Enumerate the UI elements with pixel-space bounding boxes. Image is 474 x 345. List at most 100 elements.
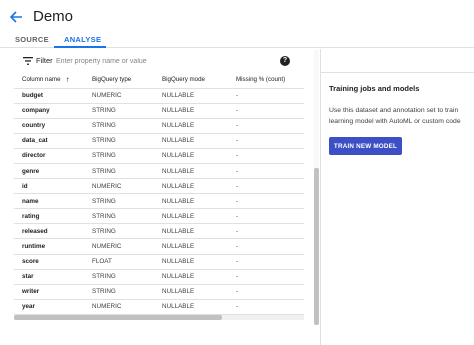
cell-missing: -: [228, 223, 304, 240]
training-description-line: Use this dataset and annotation set to t…: [329, 107, 459, 114]
cell-column-name: released: [14, 223, 84, 240]
cell-missing: -: [228, 103, 304, 119]
column-header-label: Column name: [22, 76, 61, 84]
table-row[interactable]: rating STRING NULLABLE -: [14, 208, 304, 225]
cell-bigquery-type: STRING: [84, 223, 154, 240]
filter-icon: [23, 57, 33, 65]
cell-column-name: writer: [14, 284, 84, 300]
horizontal-scrollbar-thumb[interactable]: [14, 315, 222, 320]
cell-bigquery-mode: NULLABLE: [154, 193, 228, 210]
cell-bigquery-mode: NULLABLE: [154, 223, 228, 240]
cell-bigquery-mode: NULLABLE: [154, 208, 228, 225]
table-row[interactable]: genre STRING NULLABLE -: [14, 163, 304, 180]
cell-missing: -: [228, 238, 304, 255]
cell-missing: -: [228, 284, 304, 300]
cell-column-name: budget: [14, 88, 84, 104]
cell-bigquery-mode: NULLABLE: [154, 284, 228, 300]
cell-column-name: runtime: [14, 238, 84, 255]
cell-column-name: director: [14, 148, 84, 164]
cell-bigquery-mode: NULLABLE: [154, 103, 228, 119]
table-row[interactable]: company STRING NULLABLE -: [14, 103, 304, 119]
vertical-scrollbar-thumb[interactable]: [314, 168, 319, 325]
sort-arrow-up-icon[interactable]: ↑: [66, 75, 70, 84]
column-header-missing[interactable]: Missing % (count): [228, 72, 304, 89]
cell-bigquery-mode: NULLABLE: [154, 269, 228, 285]
cell-bigquery-mode: NULLABLE: [154, 299, 228, 315]
cell-column-name: rating: [14, 208, 84, 225]
cell-bigquery-type: STRING: [84, 193, 154, 210]
cell-bigquery-type: NUMERIC: [84, 178, 154, 195]
cell-missing: -: [228, 299, 304, 315]
cell-bigquery-mode: NULLABLE: [154, 133, 228, 149]
cell-bigquery-type: STRING: [84, 284, 154, 300]
cell-bigquery-type: STRING: [84, 163, 154, 180]
cell-missing: -: [228, 208, 304, 225]
tab-analyse[interactable]: ANALYSE: [64, 35, 101, 44]
schema-table: Column name ↑ BigQuery type BigQuery mode…: [14, 72, 304, 315]
cell-bigquery-mode: NULLABLE: [154, 238, 228, 255]
table-header-row: Column name ↑ BigQuery type BigQuery mode…: [14, 72, 304, 89]
cell-bigquery-mode: NULLABLE: [154, 254, 228, 270]
cell-missing: -: [228, 254, 304, 270]
column-header-name[interactable]: Column name ↑: [14, 72, 84, 89]
table-row[interactable]: year NUMERIC NULLABLE -: [14, 299, 304, 315]
cell-column-name: name: [14, 193, 84, 210]
cell-bigquery-mode: NULLABLE: [154, 163, 228, 180]
cell-column-name: id: [14, 178, 84, 195]
cell-bigquery-type: FLOAT: [84, 254, 154, 270]
table-row[interactable]: budget NUMERIC NULLABLE -: [14, 88, 304, 104]
cell-missing: -: [228, 118, 304, 134]
arrow-left-icon[interactable]: [9, 10, 23, 24]
filter-bar: Filter ?: [14, 50, 304, 72]
cell-column-name: score: [14, 254, 84, 270]
cell-bigquery-mode: NULLABLE: [154, 178, 228, 195]
cell-bigquery-mode: NULLABLE: [154, 118, 228, 134]
cell-missing: -: [228, 133, 304, 149]
active-tab-indicator: [54, 46, 106, 48]
cell-bigquery-type: NUMERIC: [84, 238, 154, 255]
tab-source[interactable]: SOURCE: [15, 35, 49, 44]
table-row[interactable]: runtime NUMERIC NULLABLE -: [14, 238, 304, 255]
table-row[interactable]: released STRING NULLABLE -: [14, 223, 304, 240]
table-row[interactable]: country STRING NULLABLE -: [14, 118, 304, 134]
table-row[interactable]: data_cat STRING NULLABLE -: [14, 133, 304, 149]
filter-label: Filter: [36, 56, 53, 65]
top-bar: Demo: [0, 0, 474, 32]
cell-column-name: year: [14, 299, 84, 315]
training-description: Use this dataset and annotation set to t…: [329, 105, 474, 127]
cell-bigquery-type: STRING: [84, 103, 154, 119]
schema-panel: Filter ? Column name ↑ BigQuery type BigQ…: [14, 50, 320, 330]
cell-column-name: star: [14, 269, 84, 285]
table-row[interactable]: id NUMERIC NULLABLE -: [14, 178, 304, 195]
cell-missing: -: [228, 163, 304, 180]
table-row[interactable]: name STRING NULLABLE -: [14, 193, 304, 210]
table-row[interactable]: director STRING NULLABLE -: [14, 148, 304, 164]
training-panel: Training jobs and models Use this datase…: [321, 72, 474, 345]
filter-input[interactable]: [56, 54, 256, 68]
tab-bar: SOURCE ANALYSE: [0, 32, 474, 48]
cell-missing: -: [228, 88, 304, 104]
cell-bigquery-type: NUMERIC: [84, 88, 154, 104]
training-description-line: learning model with AutoML or custom cod…: [329, 118, 461, 125]
help-icon[interactable]: ?: [280, 56, 290, 66]
table-row[interactable]: star STRING NULLABLE -: [14, 269, 304, 285]
cell-column-name: genre: [14, 163, 84, 180]
cell-missing: -: [228, 148, 304, 164]
cell-bigquery-mode: NULLABLE: [154, 148, 228, 164]
train-new-model-button[interactable]: TRAIN NEW MODEL: [329, 137, 402, 155]
schema-table-body: budget NUMERIC NULLABLE - company STRING NULLA…: [14, 88, 304, 315]
cell-missing: -: [228, 193, 304, 210]
cell-bigquery-type: STRING: [84, 269, 154, 285]
table-row[interactable]: score FLOAT NULLABLE -: [14, 254, 304, 270]
column-header-mode[interactable]: BigQuery mode: [154, 72, 228, 89]
cell-column-name: company: [14, 103, 84, 119]
cell-bigquery-type: NUMERIC: [84, 299, 154, 315]
table-row[interactable]: writer STRING NULLABLE -: [14, 284, 304, 300]
cell-bigquery-type: STRING: [84, 148, 154, 164]
cell-bigquery-type: STRING: [84, 208, 154, 225]
cell-missing: -: [228, 269, 304, 285]
cell-bigquery-mode: NULLABLE: [154, 88, 228, 104]
cell-bigquery-type: STRING: [84, 133, 154, 149]
column-header-type[interactable]: BigQuery type: [84, 72, 154, 89]
cell-column-name: country: [14, 118, 84, 134]
